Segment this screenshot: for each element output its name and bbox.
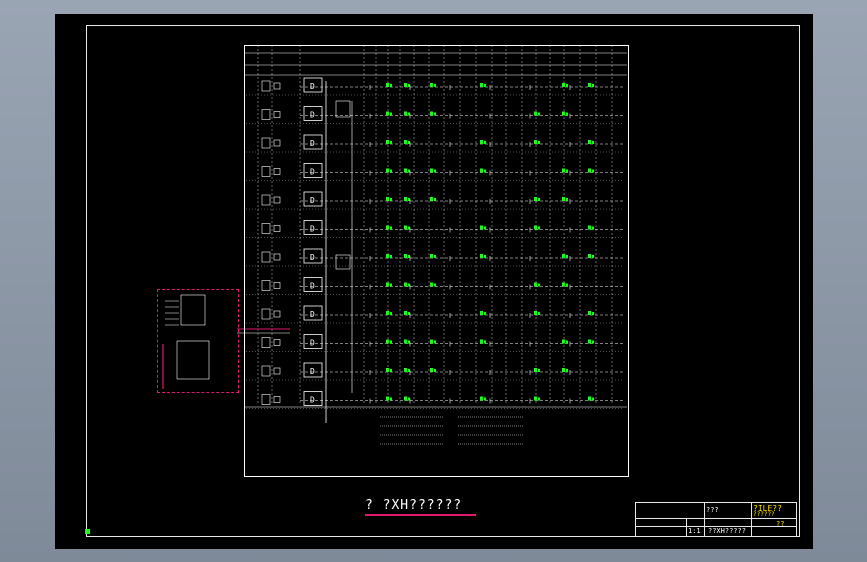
title-underline xyxy=(365,514,476,516)
title-block-sheet-mark: ?? xyxy=(776,520,785,528)
title-block-drawing-name: ??XH????? xyxy=(708,527,746,535)
title-block-company-sub: ?????? xyxy=(753,511,775,518)
title-block-scale: 1:1 xyxy=(688,527,701,535)
main-circuit-sheet xyxy=(244,45,629,477)
control-panel-box xyxy=(157,289,239,393)
title-block-code: ??? xyxy=(706,506,719,514)
ucs-origin-icon xyxy=(85,529,90,534)
title-block: ??? ?ILE?? ?????? 1:1 ??XH????? ?? xyxy=(635,502,797,537)
cad-viewport[interactable]: DDDDDDDDDDDD ? ?XH?????? ??? ?ILE?? ????… xyxy=(55,14,813,549)
